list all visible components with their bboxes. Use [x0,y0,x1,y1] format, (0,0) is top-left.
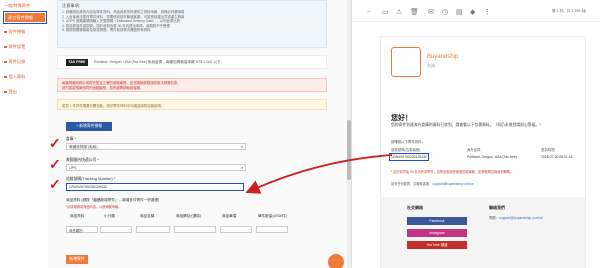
carrier-select[interactable]: UPS ▾ [66,164,246,171]
updated-time: 2018-07-20 08:01:15 [541,155,573,159]
mail-icon[interactable]: ✉ [428,8,434,16]
facebook-button[interactable]: Facebook [407,217,467,225]
brand-name: Buyandship [427,54,459,60]
column-header: 更新時間 [541,148,555,152]
column-header: 商品網址/(選填) [176,214,201,218]
brand-subtitle: 台灣 [427,63,435,68]
support-email-link[interactable]: support@buyandship.com.tw [432,182,473,186]
column-header: 小分類 [104,214,115,218]
archive-icon[interactable]: ▭ [382,8,389,16]
carrier-value: UPS [69,166,77,170]
email-help: 如有任何疑問，請聯繫客服：support@buyandship.com.tw [391,182,581,186]
contact-heading: 聯絡我們 [489,205,505,210]
add-forecast-button[interactable]: + 新增寄件預報 [66,122,112,131]
folder-icon[interactable]: ▤ [456,8,463,16]
column-header: 海外倉庫 [467,148,481,152]
email-body: Buyandship 台灣 您好！ 您的寄件到達海外倉庫的資料已收到，請查看以下… [380,36,586,268]
product-note: *請詳細填寫商品內容，以便海關申報。 [66,205,122,209]
checkmark-icon: ✓ [49,156,61,172]
quantity-input[interactable] [256,226,288,233]
notice-line: 5. 請詳閱服務條款及常見問題，寄件前請再次確認所有資料 [62,28,151,33]
shipping-app: 一般/特殊寄件 建立寄件預報 寄件預報 寄件設置 寄件記錄 個人資料 登出 注意… [0,0,352,268]
bullet-icon [4,75,7,79]
email-paragraph: 您的寄件到達海外倉庫的資料已收到，請查看以下包裹資料。（如仍未收到請耐心等候。） [391,123,543,127]
checkmark-icon: ✓ [49,176,61,192]
tax-free-banner: TAX FREE Portland, Oregon, USA (Tax-free… [57,55,327,69]
category-select[interactable]: 商品類別 [66,226,98,233]
carrier-label: 美國國內快遞公司 * [66,158,99,162]
warning-text: 請勿重複預報相同的追蹤編號，若有疑問請聯絡客服。 [62,85,144,90]
back-arrow-icon[interactable]: ← [366,8,373,15]
bullet-icon [4,90,7,94]
subcategory-select[interactable] [100,226,132,233]
social-heading: 社交網絡 [407,205,423,210]
sidebar-item-logout[interactable]: 登出 [4,89,17,95]
column-header: 追蹤號碼(包裹編號) [391,148,421,152]
warehouse-label: 倉庫 * [66,137,77,141]
tracking-number-input[interactable]: 1ZW4V0700230129432 [66,183,244,191]
email-toolbar: ← ▭ ⚠ 🗑 ✉ ◷ ▤ ◆ ⋮ 第 1 封，共 1,799 封 › [352,0,600,22]
instagram-button[interactable]: Instagram [407,229,467,237]
bullet-icon [4,45,7,49]
tax-free-badge: TAX FREE [66,59,88,66]
scrollbar-thumb[interactable] [347,120,351,180]
submit-button[interactable]: 新增寄件 [66,255,88,264]
column-header: 單件數量(USD/件) [258,214,287,218]
warehouse-value: 美國波特蘭 (免稅) [69,145,98,149]
sidebar-item-label: 登出 [8,89,17,94]
email-tracking-number: 1ZW4V0700230129432 [389,153,429,161]
sidebar-item-settings[interactable]: 寄件設置 [4,44,25,50]
sidebar-item-label: 寄件設置 [8,44,26,49]
unit-price-input[interactable] [220,226,252,233]
delete-icon[interactable]: 🗑 [410,8,419,16]
label-icon[interactable]: ◆ [470,8,475,16]
message-count: 第 1 封，共 1,799 封 [552,9,585,13]
email-warning: * 請於到貨後 30 天內完成寄件，否則包裹將會被退回或棄置，如有疑問請與我們聯… [391,170,514,174]
notice-title: 注意事項： [62,3,83,8]
bullet-icon [4,60,7,64]
sidebar-item-label: 寄件預報 [8,29,26,34]
more-icon[interactable]: ⋮ [484,8,491,16]
info-alert: 若您 1 件貨件需要分開包裝，請於寄件資料中勾選並填寫包裝說明。 [57,99,327,110]
contact-line: 電郵：support@buyandship.com.tw [489,215,543,220]
product-url-input[interactable] [174,226,216,233]
youtube-button[interactable]: YouTube 頻道 [407,241,467,249]
sidebar-item-profile[interactable]: 個人資料 [4,74,25,80]
sidebar-item-label: 個人資料 [8,74,26,79]
bullet-icon [4,30,7,34]
chevron-down-icon: ▾ [241,145,243,149]
chevron-down-icon: ▾ [241,166,243,170]
spam-icon[interactable]: ⚠ [396,8,402,16]
email-footer: 社交網絡 聯絡我們 Facebook Instagram YouTube 頻道 … [381,197,585,268]
tax-free-text: Portland, Oregon, USA (Tax-free) 免稅倉庫，每筆… [94,60,221,64]
help-text: 如有任何疑問，請聯繫客服： [391,182,433,186]
warehouse-value: Portland, Oregon, USA (Tax-free) [467,155,517,159]
chat-widget-button[interactable] [328,254,344,268]
warehouse-select[interactable]: 美國波特蘭 (免稅) ▾ [66,143,246,150]
column-header: 商品單價 [222,214,237,218]
column-header: 商品資料 [70,214,85,218]
sidebar-item-records[interactable]: 寄件記錄 [4,59,25,65]
chevron-right-icon[interactable]: › [584,8,586,15]
contact-email-link[interactable]: support@buyandship.com.tw [499,216,543,220]
column-header: 商品名稱 [140,214,155,218]
greeting: 您好！ [391,115,412,122]
clock-icon[interactable]: ◷ [442,8,448,16]
contact-label: 電郵： [489,216,500,220]
sidebar-header[interactable]: 一般/特殊寄件 [4,3,30,9]
buyandship-logo [391,47,421,77]
sidebar-item-label: 寄件記錄 [8,59,26,64]
email-subtext: 請確認以下寄件資料： [391,140,425,144]
sidebar-item-forecast[interactable]: 寄件預報 [4,29,25,35]
product-name-input[interactable] [136,226,170,233]
warning-alert: 每筆預報請務必填寫完整且正確的追蹤編號，如追蹤編號錯誤將無法辨識包裹。 請勿重複… [57,78,327,92]
checkmark-icon: ✓ [49,135,61,151]
product-section-label: 商品資料 (請按「繼續新增寄件」…新增多件寄件一併處理) [66,198,160,202]
email-app: ← ▭ ⚠ 🗑 ✉ ◷ ▤ ◆ ⋮ 第 1 封，共 1,799 封 › Buya… [352,0,600,268]
sidebar: 一般/特殊寄件 建立寄件預報 寄件預報 寄件設置 寄件記錄 個人資料 登出 [0,0,48,268]
tracking-label: 追蹤號碼(Tracking Number) * [66,177,116,181]
sidebar-item-create-forecast[interactable]: 建立寄件預報 [3,11,47,24]
notice-panel: 注意事項： 1. 請確認包裹的內容及寄件資料，商品將依您所提供之資料申報，請務必… [57,0,327,48]
package-table: 追蹤號碼(包裹編號) 海外倉庫 更新時間 1ZW4V0700230129432 … [389,147,581,165]
